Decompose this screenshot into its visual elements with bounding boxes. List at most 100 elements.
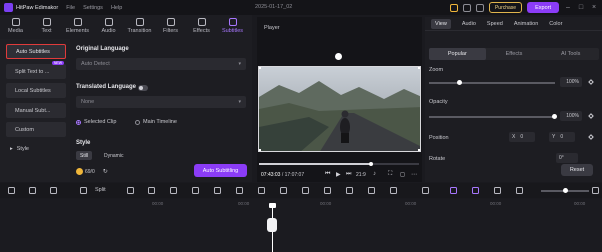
playback-progress[interactable] xyxy=(259,161,419,166)
menu-file[interactable]: File xyxy=(66,5,75,11)
tab-color[interactable]: Color xyxy=(549,21,562,27)
speed-icon[interactable] xyxy=(170,187,177,194)
zoom-value-field[interactable]: 100% xyxy=(560,77,582,87)
tab-subtitles[interactable]: Subtitles xyxy=(217,15,248,39)
notification-icon[interactable] xyxy=(462,3,471,12)
zoom-slider[interactable] xyxy=(429,80,555,85)
translated-language-select[interactable]: None ▾ xyxy=(76,96,246,108)
nav-local-subtitles[interactable]: Local Subtitles xyxy=(6,83,66,98)
translate-toggle[interactable] xyxy=(138,85,148,91)
tab-text[interactable]: Text xyxy=(31,15,62,39)
reverse-icon[interactable] xyxy=(192,187,199,194)
stabilize-icon[interactable] xyxy=(346,187,353,194)
opacity-value-field[interactable]: 100% xyxy=(560,111,582,121)
radio-main-timeline[interactable]: Main Timeline xyxy=(135,119,177,125)
menu-help[interactable]: Help xyxy=(111,5,122,11)
volume-icon[interactable]: ♪ xyxy=(373,171,376,177)
tab-filters[interactable]: Filters xyxy=(155,15,186,39)
close-icon[interactable]: × xyxy=(590,4,598,12)
keyframe-icon[interactable] xyxy=(588,134,594,140)
scissors-icon[interactable] xyxy=(267,218,277,232)
magnet-icon[interactable] xyxy=(472,187,479,194)
tab-effects[interactable]: Effects xyxy=(186,15,217,39)
nav-split-text[interactable]: Split Text to ... NEW xyxy=(6,61,66,79)
tab-animation[interactable]: Animation xyxy=(514,21,538,27)
rotate-icon[interactable] xyxy=(214,187,221,194)
mirror-icon[interactable] xyxy=(236,187,243,194)
screenshot-icon[interactable]: ◻ xyxy=(400,171,405,178)
flip-icon[interactable] xyxy=(258,187,265,194)
tab-transition[interactable]: Transition xyxy=(124,15,155,39)
redo-icon[interactable] xyxy=(29,187,36,194)
snap-icon[interactable] xyxy=(494,187,501,194)
subtab-effects[interactable]: Effects xyxy=(486,48,543,60)
resize-handle[interactable] xyxy=(259,149,261,151)
mask-icon[interactable] xyxy=(280,187,287,194)
user-icon[interactable] xyxy=(475,3,484,12)
slider-knob[interactable] xyxy=(552,114,557,119)
tts-icon[interactable] xyxy=(368,187,375,194)
prev-frame-icon[interactable]: ⏮ xyxy=(325,171,330,178)
radio-selected-clip[interactable]: Selected Clip xyxy=(76,119,116,125)
gift-icon[interactable] xyxy=(449,3,458,12)
rotate-handle[interactable] xyxy=(335,53,342,60)
freeze-icon[interactable] xyxy=(148,187,155,194)
audio-detach-icon[interactable] xyxy=(324,187,331,194)
nav-custom[interactable]: Custom xyxy=(6,122,66,137)
video-preview[interactable] xyxy=(258,66,421,152)
split-label[interactable]: Split xyxy=(95,187,106,193)
menu-settings[interactable]: Settings xyxy=(83,5,103,11)
nav-style[interactable]: ▸ Style xyxy=(6,141,66,156)
tab-view[interactable]: View xyxy=(431,18,451,29)
microphone-icon[interactable] xyxy=(422,187,429,194)
resize-handle[interactable] xyxy=(259,67,261,69)
resize-handle[interactable] xyxy=(418,67,420,69)
subtab-popular[interactable]: Popular xyxy=(429,48,486,60)
maximize-icon[interactable]: □ xyxy=(577,4,585,12)
rotate-value-field[interactable]: 0° xyxy=(556,153,578,163)
fullscreen-icon[interactable]: ⛶ xyxy=(388,171,392,178)
export-button[interactable]: Export xyxy=(527,2,559,13)
undo-icon[interactable] xyxy=(8,187,15,194)
resize-handle[interactable] xyxy=(418,149,420,151)
auto-subtitling-button[interactable]: Auto Subtitling xyxy=(194,164,247,177)
color-icon[interactable] xyxy=(302,187,309,194)
ai-icon[interactable] xyxy=(390,187,397,194)
zoom-out-icon[interactable] xyxy=(516,187,523,194)
refresh-icon[interactable]: ↻ xyxy=(103,168,108,175)
tab-speed[interactable]: Speed xyxy=(487,21,503,27)
reset-button[interactable]: Reset xyxy=(561,164,593,176)
aspect-ratio-select[interactable]: 21:9 xyxy=(356,172,366,178)
position-x-field[interactable]: X0 xyxy=(509,132,535,142)
minimize-icon[interactable]: – xyxy=(564,4,572,12)
nav-manual-subtitles[interactable]: Manual Subt... xyxy=(6,103,66,118)
delete-icon[interactable] xyxy=(50,187,57,194)
tab-audio[interactable]: Audio xyxy=(93,15,124,39)
subtab-ai-tools[interactable]: AI Tools xyxy=(542,48,599,60)
tab-media[interactable]: Media xyxy=(0,15,31,39)
keyframe-icon[interactable] xyxy=(588,113,594,119)
play-icon[interactable]: ▶ xyxy=(336,171,341,178)
next-frame-icon[interactable]: ⏭ xyxy=(346,171,351,178)
zoom-in-icon[interactable] xyxy=(592,187,599,194)
keyframe-icon[interactable] xyxy=(588,79,594,85)
position-y-field[interactable]: Y0 xyxy=(549,132,575,142)
more-icon[interactable]: ⋯ xyxy=(411,171,417,178)
original-language-select[interactable]: Auto Detect ▾ xyxy=(76,58,246,70)
timeline-zoom-slider[interactable] xyxy=(541,188,589,193)
style-tab-still[interactable]: Still xyxy=(76,151,93,160)
tab-audio-props[interactable]: Audio xyxy=(462,21,476,27)
nav-auto-subtitles[interactable]: Auto Subtitles xyxy=(6,44,66,59)
purchase-button[interactable]: Purchase xyxy=(488,2,523,13)
playhead-handle[interactable] xyxy=(269,203,276,208)
crop-icon[interactable] xyxy=(127,187,134,194)
slider-knob[interactable] xyxy=(457,80,462,85)
tab-elements[interactable]: Elements xyxy=(62,15,93,39)
progress-knob[interactable] xyxy=(369,161,373,166)
split-icon[interactable] xyxy=(80,187,87,194)
style-tab-dynamic[interactable]: Dynamic xyxy=(100,151,127,160)
opacity-slider[interactable] xyxy=(429,114,557,119)
timeline-ruler[interactable]: 00:00 00:00 00:00 00:00 00:00 00:00 xyxy=(0,199,602,252)
zoom-knob[interactable] xyxy=(563,188,568,193)
link-icon[interactable] xyxy=(450,187,457,194)
